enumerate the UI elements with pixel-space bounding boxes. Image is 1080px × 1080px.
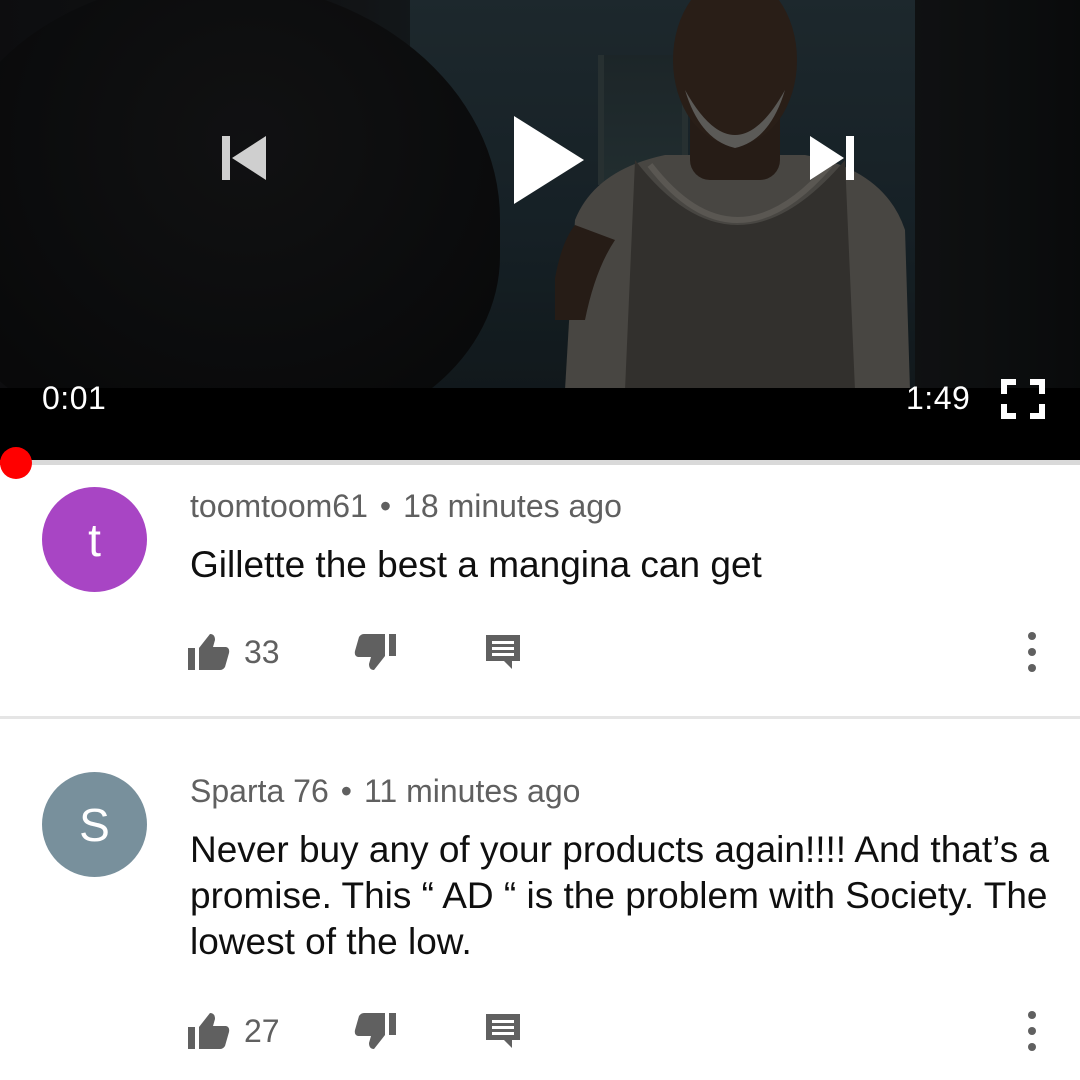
more-options-button[interactable] [1012,622,1052,682]
current-time: 0:01 [42,380,107,416]
like-count: 33 [244,633,280,670]
avatar[interactable]: S [42,772,147,877]
avatar[interactable]: t [42,487,147,592]
thumb-up-icon [188,634,230,670]
skip-previous-icon [222,136,266,180]
next-button[interactable] [806,130,862,186]
comment-meta: toomtoom61 • 18 minutes ago [190,486,622,526]
thumb-up-icon [188,1013,230,1049]
thumb-down-icon [354,1013,396,1049]
comment-text: Gillette the best a mangina can get [190,544,762,585]
like-count: 27 [244,1012,280,1049]
progress-track[interactable] [0,460,1080,465]
comment-time[interactable]: 11 minutes ago [364,773,580,809]
play-button[interactable] [510,112,588,208]
more-vert-icon [1028,632,1036,672]
reply-button[interactable] [483,1001,523,1061]
reply-button[interactable] [483,622,523,682]
reply-comment-icon [486,635,520,669]
comment-item: S Sparta 76 • 11 minutes ago Never buy any… [0,719,1080,1080]
fullscreen-icon [1001,379,1045,419]
more-options-button[interactable] [1012,1001,1052,1061]
more-vert-icon [1028,1011,1036,1051]
comment-item: t toomtoom61 • 18 minutes ago Gillette the… [0,466,1080,716]
dislike-button[interactable] [354,622,398,682]
app-root: 0:01 1:49 t toomtoom61 • 18 minutes ago Gi… [0,0,1080,1080]
video-duration: 1:49 [906,380,971,416]
skip-next-icon [810,136,854,180]
fullscreen-button[interactable] [1000,378,1046,420]
dislike-button[interactable] [354,1001,398,1061]
reply-comment-icon [486,1014,520,1048]
avatar-letter: S [79,798,110,851]
thumb-down-icon [354,634,396,670]
meta-separator: • [379,488,392,524]
comment-text: Never buy any of your products again!!!!… [190,829,1050,962]
comment-actions: 33 [0,622,1080,682]
video-player[interactable]: 0:01 1:49 [0,0,1080,463]
play-icon [514,116,584,204]
like-button[interactable]: 27 [186,1001,280,1061]
comment-author[interactable]: Sparta 76 [190,773,329,809]
comment-actions: 27 [0,1001,1080,1061]
meta-separator: • [340,773,352,809]
comment-meta: Sparta 76 • 11 minutes ago [190,771,580,811]
like-button[interactable]: 33 [186,622,280,682]
avatar-letter: t [88,513,101,566]
comment-author[interactable]: toomtoom61 [190,488,368,524]
previous-button[interactable] [214,130,270,186]
comment-time[interactable]: 18 minutes ago [403,488,622,524]
